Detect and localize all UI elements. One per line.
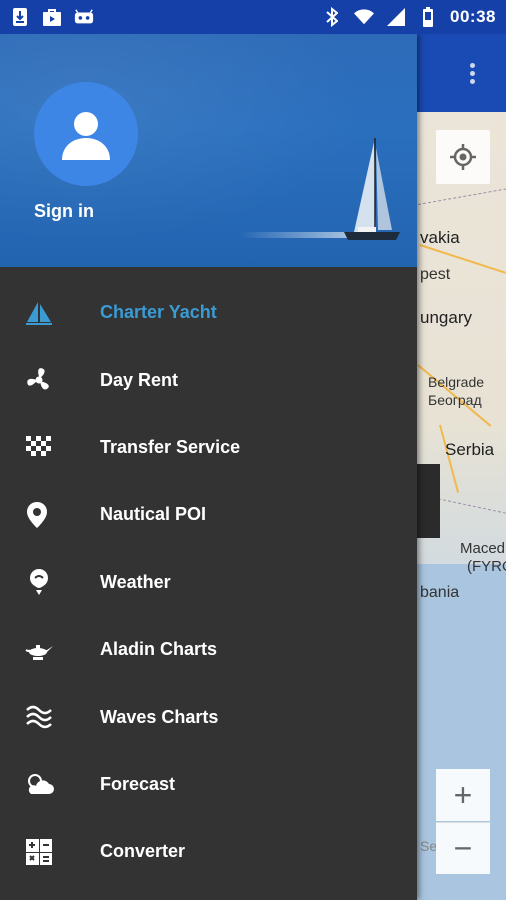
menu-item-label: Aladin Charts bbox=[100, 639, 218, 660]
clock: 00:38 bbox=[450, 7, 496, 26]
screen: 00:38 vakia pest ungary Belgrade Београд… bbox=[0, 0, 506, 900]
menu-item-label: Forecast bbox=[100, 773, 176, 794]
location-pin-icon bbox=[0, 501, 100, 529]
map-label: Maced bbox=[460, 540, 506, 557]
battery-icon bbox=[418, 7, 438, 27]
my-location-button[interactable] bbox=[436, 130, 490, 184]
menu-item-label: Waves Charts bbox=[100, 706, 219, 727]
sailboat-photo bbox=[344, 138, 400, 240]
map-label: bania bbox=[420, 584, 460, 601]
checkered-flag-icon bbox=[0, 435, 100, 459]
menu-item-label: Transfer Service bbox=[100, 436, 241, 457]
drawer-header: Sign in bbox=[0, 34, 417, 267]
sign-in-link[interactable]: Sign in bbox=[34, 201, 94, 222]
zoom-out-button[interactable]: − bbox=[436, 822, 490, 874]
menu-item-forecast[interactable]: Forecast bbox=[0, 751, 417, 818]
cloud-icon bbox=[0, 772, 100, 796]
menu-item-converter[interactable]: Converter bbox=[0, 818, 417, 885]
sailboat-icon bbox=[0, 300, 100, 326]
menu-item-transfer-service[interactable]: Transfer Service bbox=[0, 414, 417, 481]
menu-item-label: Weather bbox=[100, 571, 171, 592]
lamp-icon bbox=[0, 638, 100, 662]
status-bar: 00:38 bbox=[0, 0, 506, 34]
cell-signal-icon bbox=[386, 7, 406, 27]
map-label: Serbia bbox=[445, 440, 495, 459]
menu-item-label: Day Rent bbox=[100, 369, 179, 390]
shopping-bag-icon bbox=[42, 7, 62, 27]
map-label: Belgrade bbox=[428, 374, 485, 390]
menu-item-aladin-charts[interactable]: Aladin Charts bbox=[0, 616, 417, 683]
map-label: vakia bbox=[420, 228, 460, 247]
calculator-icon bbox=[0, 838, 100, 866]
bluetooth-icon bbox=[322, 7, 342, 27]
user-icon bbox=[62, 112, 110, 160]
menu-item-nautical-poi[interactable]: Nautical POI bbox=[0, 481, 417, 548]
map-border bbox=[417, 187, 506, 205]
more-options-icon[interactable] bbox=[460, 60, 484, 90]
menu-item-weather[interactable]: Weather bbox=[0, 549, 417, 616]
map-label: Београд bbox=[428, 392, 482, 408]
menu-item-label: Nautical POI bbox=[100, 504, 207, 525]
map-label: (FYRO bbox=[467, 558, 506, 575]
map-label: pest bbox=[420, 266, 451, 283]
zoom-in-button[interactable]: + bbox=[436, 769, 490, 821]
android-icon bbox=[74, 7, 94, 27]
propeller-icon bbox=[0, 366, 100, 394]
download-icon bbox=[10, 7, 30, 27]
menu-item-day-rent[interactable]: Day Rent bbox=[0, 346, 417, 413]
navigation-drawer: Sign in Charter Yacht Day Rent Transfer … bbox=[0, 34, 417, 900]
drawer-menu: Charter Yacht Day Rent Transfer Service … bbox=[0, 267, 417, 886]
avatar[interactable] bbox=[34, 82, 138, 186]
map-label: ungary bbox=[420, 308, 472, 327]
waves-icon bbox=[0, 704, 100, 730]
menu-item-label: Converter bbox=[100, 841, 186, 862]
menu-item-charter-yacht[interactable]: Charter Yacht bbox=[0, 279, 417, 346]
crosshair-icon bbox=[450, 144, 476, 170]
weather-icon bbox=[0, 568, 100, 596]
menu-item-waves-charts[interactable]: Waves Charts bbox=[0, 683, 417, 750]
map-label: Se bbox=[420, 838, 438, 854]
menu-item-label: Charter Yacht bbox=[100, 302, 217, 323]
wifi-icon bbox=[354, 7, 375, 27]
